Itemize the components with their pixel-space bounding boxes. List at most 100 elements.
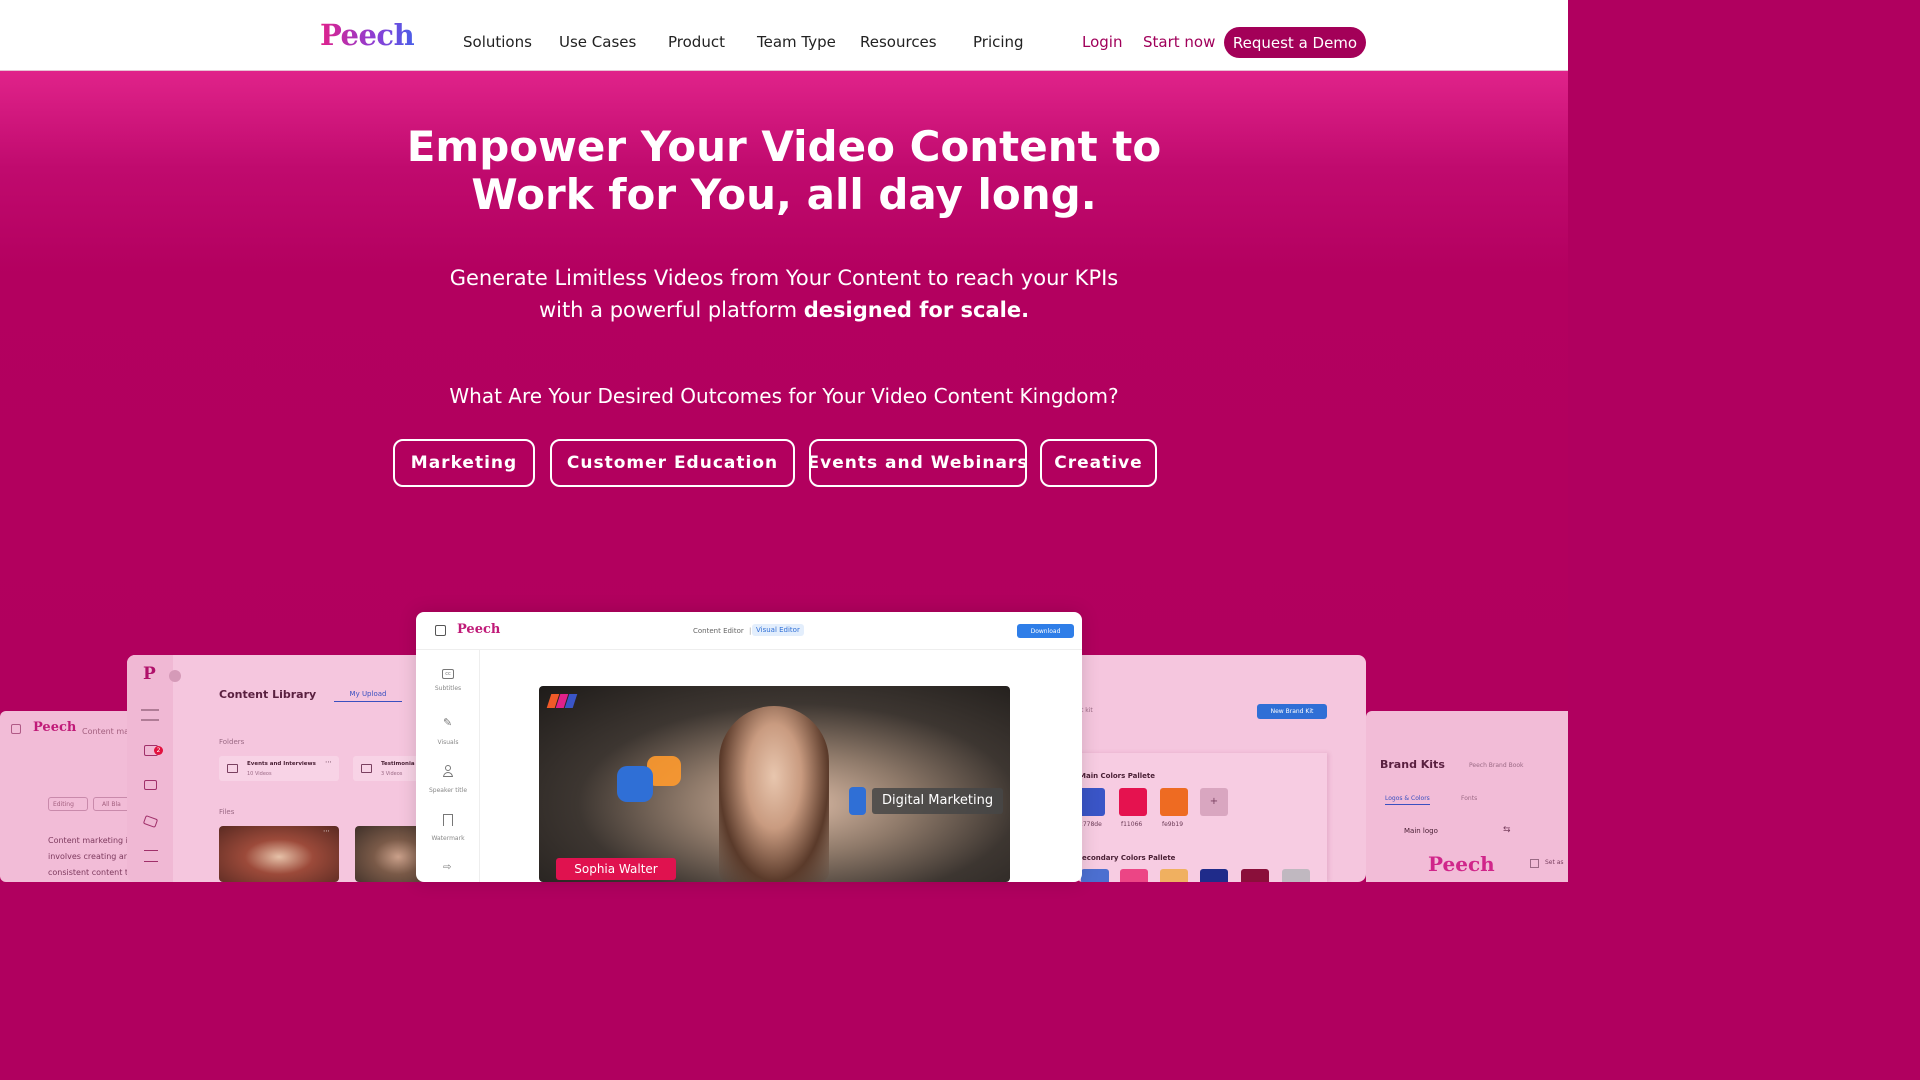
back-icon bbox=[11, 724, 21, 734]
secondary-color-swatch-2[interactable] bbox=[1120, 869, 1148, 882]
folder-card-events[interactable]: Events and Interviews 10 Videos ⋯ bbox=[219, 756, 339, 781]
folder-icon bbox=[227, 764, 238, 773]
set-as-label: Set as bbox=[1545, 859, 1564, 866]
main-color-swatch-3[interactable] bbox=[1160, 788, 1188, 816]
nav-product[interactable]: Product bbox=[668, 33, 725, 51]
hero-subtitle-bold: designed for scale. bbox=[803, 298, 1030, 322]
speaker-icon-head bbox=[445, 765, 451, 771]
secondary-color-swatch-4[interactable] bbox=[1200, 869, 1228, 882]
folder-name: Events and Interviews bbox=[247, 761, 316, 767]
subtitles-icon[interactable]: cc bbox=[442, 669, 454, 679]
mock-content-library: P 2 Content Library My Upload Folders Ev… bbox=[127, 655, 427, 882]
nav-solutions[interactable]: Solutions bbox=[463, 33, 532, 51]
editor-peech-logo: Peech bbox=[457, 622, 501, 637]
folder-count: 3 Videos bbox=[381, 771, 403, 777]
content-text-line-3: consistent content t bbox=[48, 868, 129, 877]
fonts-tab[interactable]: Fonts bbox=[1461, 795, 1477, 802]
file-thumbnail-1[interactable]: ⋯ bbox=[219, 826, 339, 882]
new-brand-kit-button[interactable]: New Brand Kit bbox=[1257, 704, 1327, 719]
main-color-hex-3: fe9b19 bbox=[1162, 821, 1184, 828]
nav-pricing[interactable]: Pricing bbox=[973, 33, 1024, 51]
folder-icon bbox=[361, 764, 372, 773]
outcome-creative-button[interactable]: Creative bbox=[1040, 439, 1157, 487]
library-title: Content Library bbox=[219, 688, 317, 701]
hero-headline-line-2: Work for You, all day long. bbox=[471, 170, 1097, 219]
settings-sliders-icon[interactable] bbox=[144, 850, 158, 862]
subtitles-tool-label[interactable]: Subtitles bbox=[416, 685, 480, 692]
hero-subtitle-line-1: Generate Limitless Videos from Your Cont… bbox=[449, 266, 1119, 290]
folders-label: Folders bbox=[219, 738, 245, 746]
speaker-icon[interactable] bbox=[442, 765, 454, 777]
files-label: Files bbox=[219, 808, 235, 816]
hero-subtitle-line-2: with a powerful platform designed for sc… bbox=[0, 294, 1568, 326]
swap-icon[interactable]: ⇆ bbox=[1503, 825, 1511, 835]
top-navigation: Peech Solutions Use Cases Product Team T… bbox=[0, 0, 1568, 71]
watermark-tool-label[interactable]: Watermark bbox=[416, 835, 480, 842]
watermark-icon[interactable] bbox=[443, 814, 453, 826]
brand-logo-preview: Peech bbox=[1428, 852, 1495, 876]
main-color-hex-2: f11066 bbox=[1121, 821, 1143, 828]
colors-card: Main Colors Pallete + 2778de f11066 fe9b… bbox=[1075, 753, 1327, 882]
mock-breadcrumb: Content mar bbox=[82, 727, 133, 736]
collapse-icon[interactable] bbox=[169, 670, 181, 682]
editing-dropdown[interactable]: Editing bbox=[48, 797, 88, 811]
brand-watermark-icon bbox=[546, 694, 579, 710]
nav-team-type[interactable]: Team Type bbox=[757, 33, 836, 51]
peech-logo[interactable]: Peech bbox=[320, 18, 415, 52]
more-icon[interactable]: ⋯ bbox=[325, 758, 332, 766]
export-icon[interactable]: ⇨ bbox=[443, 862, 451, 873]
video-icon[interactable] bbox=[144, 780, 157, 790]
hero-subtitle-prefix: with a powerful platform bbox=[538, 298, 804, 322]
content-text-line-2: involves creating an bbox=[48, 852, 129, 861]
mock-brand-kits-panel: Brand Kits Peech Brand Book Logos & Colo… bbox=[1366, 711, 1568, 882]
start-now-link[interactable]: Start now bbox=[1143, 33, 1215, 51]
hero-headline-line-1: Empower Your Video Content to bbox=[406, 122, 1162, 171]
nav-resources[interactable]: Resources bbox=[860, 33, 937, 51]
visuals-icon[interactable]: ✎ bbox=[443, 716, 452, 729]
topic-accent-bar bbox=[849, 787, 866, 815]
outcome-marketing-button[interactable]: Marketing bbox=[393, 439, 535, 487]
folder-name: Testimonia bbox=[381, 761, 415, 767]
secondary-color-swatch-5[interactable] bbox=[1241, 869, 1269, 882]
speaker-title-tool-label[interactable]: Speaker title bbox=[416, 787, 480, 794]
library-sidebar bbox=[127, 655, 173, 882]
logos-colors-tab[interactable]: Logos & Colors bbox=[1385, 795, 1430, 805]
outcome-customer-education-button[interactable]: Customer Education bbox=[550, 439, 795, 487]
chat-bubble-icon bbox=[617, 766, 653, 802]
secondary-color-swatch-6[interactable] bbox=[1282, 869, 1310, 882]
main-color-hex-1: 2778de bbox=[1079, 821, 1102, 828]
request-demo-button[interactable]: Request a Demo bbox=[1224, 27, 1366, 58]
mock-peech-logo: Peech bbox=[33, 720, 77, 735]
list-icon[interactable] bbox=[141, 709, 159, 721]
secondary-color-swatch-1[interactable] bbox=[1081, 869, 1109, 882]
brand-book-label: Peech Brand Book bbox=[1469, 762, 1524, 769]
content-editor-tab[interactable]: Content Editor bbox=[693, 627, 744, 635]
mock-video-editor: Peech Content Editor | Visual Editor Dow… bbox=[416, 612, 1082, 882]
main-colors-label: Main Colors Pallete bbox=[1079, 772, 1156, 780]
content-text-line-1: Content marketing i bbox=[48, 836, 128, 845]
my-upload-tab[interactable]: My Upload bbox=[334, 690, 402, 702]
topic-overlay-label: Digital Marketing bbox=[872, 788, 1004, 814]
outcome-events-webinars-button[interactable]: Events and Webinars bbox=[808, 439, 1027, 487]
mock-brand-kit: t kit New Brand Kit Main Colors Pallete … bbox=[1075, 655, 1366, 882]
more-icon[interactable]: ⋯ bbox=[323, 827, 330, 835]
outcomes-question: What Are Your Desired Outcomes for Your … bbox=[449, 384, 1119, 408]
login-link[interactable]: Login bbox=[1082, 33, 1122, 51]
add-color-button[interactable]: + bbox=[1200, 788, 1228, 816]
library-logo: P bbox=[143, 664, 156, 684]
tab-separator: | bbox=[749, 627, 752, 635]
set-as-checkbox[interactable] bbox=[1530, 859, 1539, 868]
visuals-tool-label[interactable]: Visuals bbox=[416, 739, 480, 746]
speaker-figure bbox=[719, 706, 829, 882]
main-color-swatch-2[interactable] bbox=[1119, 788, 1147, 816]
folder-count: 10 Videos bbox=[247, 771, 272, 777]
download-button[interactable]: Download bbox=[1017, 624, 1074, 638]
secondary-colors-label: Secondary Colors Pallete bbox=[1077, 854, 1176, 862]
brand-kits-title: Brand Kits bbox=[1380, 758, 1445, 771]
visual-editor-tab[interactable]: Visual Editor bbox=[752, 624, 804, 636]
folder-badge: 2 bbox=[154, 746, 163, 755]
video-preview[interactable]: Digital Marketing Sophia Walter bbox=[539, 686, 1010, 882]
exit-icon[interactable] bbox=[435, 625, 446, 636]
secondary-color-swatch-3[interactable] bbox=[1160, 869, 1188, 882]
nav-use-cases[interactable]: Use Cases bbox=[559, 33, 636, 51]
